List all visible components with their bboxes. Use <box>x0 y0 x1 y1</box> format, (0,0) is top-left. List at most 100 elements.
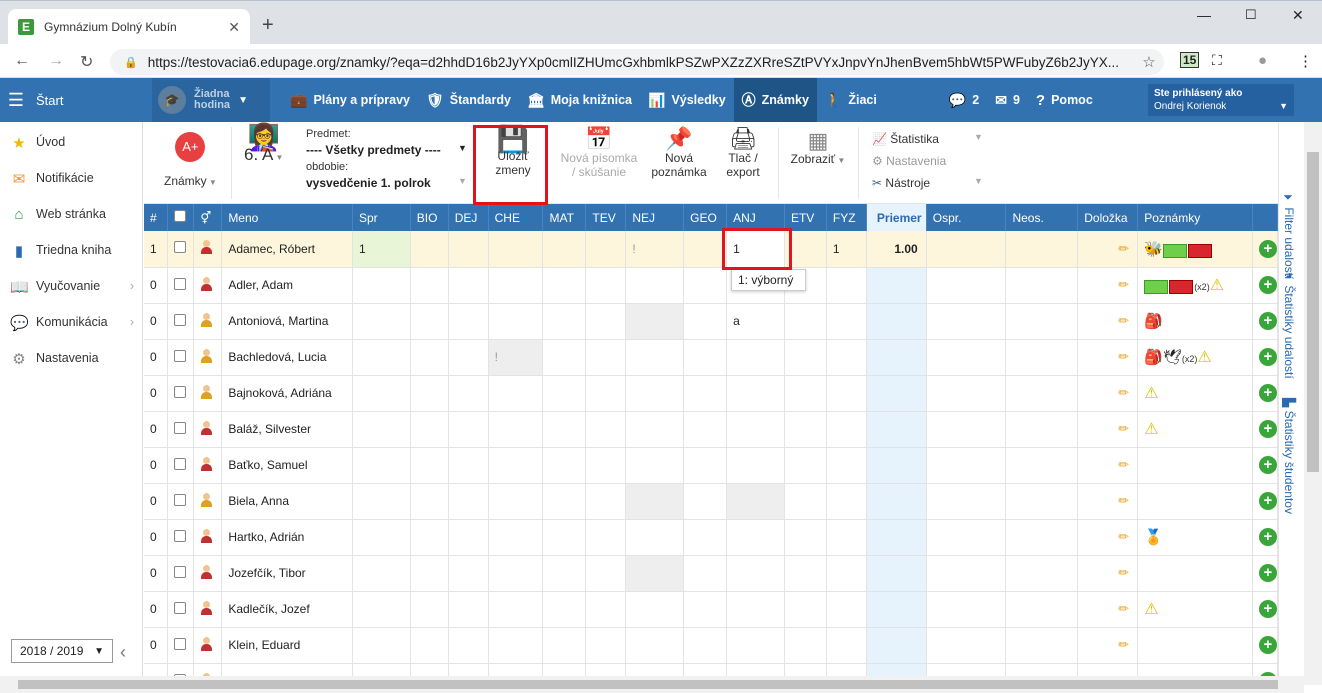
row-checkbox[interactable] <box>174 421 187 434</box>
red-envelope-icon[interactable] <box>1187 243 1212 258</box>
close-tab-icon[interactable]: ✕ <box>228 19 240 36</box>
window-close-icon[interactable]: ✕ <box>1292 7 1304 24</box>
pencil-icon[interactable]: ✏ <box>1118 601 1129 616</box>
grade-cell-dej[interactable] <box>448 663 489 676</box>
grade-cell-anj[interactable] <box>726 627 785 664</box>
vertical-scroll-thumb[interactable] <box>1307 152 1319 472</box>
grade-cell-fyz[interactable]: 1 <box>826 231 867 268</box>
col-excused[interactable]: Ospr. <box>926 204 1007 231</box>
row-checkbox-cell[interactable] <box>167 591 195 628</box>
grade-cell-fyz[interactable] <box>826 555 867 592</box>
grade-cell-che[interactable] <box>488 303 544 340</box>
url-field[interactable]: 🔒 https://testovacia6.edupage.org/znamky… <box>110 49 1164 75</box>
grade-cell-anj[interactable] <box>726 555 785 592</box>
grade-cell-bio[interactable] <box>410 519 449 556</box>
view-button[interactable]: ▦ Zobraziť ▼ <box>786 130 850 168</box>
grade-cell-nej[interactable] <box>625 663 685 676</box>
table-row[interactable]: 0 Baláž, Silvester ✏ ⚠ + <box>144 411 1278 448</box>
add-plus-icon[interactable]: + <box>1258 348 1277 366</box>
grade-cell-tev[interactable] <box>585 447 627 484</box>
grade-cell-tev[interactable] <box>585 663 627 676</box>
grade-cell-bio[interactable] <box>410 627 449 664</box>
grade-cell-nej[interactable] <box>625 555 685 592</box>
notes-cell[interactable] <box>1137 663 1253 676</box>
notes-cell[interactable]: 🎒🕊(x2)⚠ <box>1137 339 1253 376</box>
grade-cell-fyz[interactable] <box>826 663 867 676</box>
student-name[interactable]: Bajnoková, Adriána <box>221 375 353 412</box>
student-name[interactable]: Hartko, Adrián <box>221 519 353 556</box>
start-link[interactable]: Štart <box>32 93 152 108</box>
forward-icon[interactable]: → <box>48 52 64 70</box>
grade-cell-tev[interactable] <box>585 483 627 520</box>
row-checkbox[interactable] <box>174 565 187 578</box>
grade-cell-spr[interactable] <box>352 267 411 304</box>
grade-cell-tev[interactable] <box>585 519 627 556</box>
grade-cell-etv[interactable] <box>784 411 827 448</box>
row-checkbox-cell[interactable] <box>167 555 195 592</box>
grade-cell-nej[interactable] <box>625 627 685 664</box>
grade-cell-anj[interactable] <box>726 591 785 628</box>
grade-cell-spr[interactable] <box>352 447 411 484</box>
row-checkbox[interactable] <box>174 493 187 506</box>
grade-cell-geo[interactable] <box>683 627 728 664</box>
grade-cell-etv[interactable] <box>784 447 827 484</box>
grade-cell-mat[interactable] <box>542 303 587 340</box>
grade-cell-nej[interactable] <box>625 519 685 556</box>
add-note-cell[interactable]: + <box>1252 303 1278 340</box>
student-name[interactable]: Baťko, Samuel <box>221 447 353 484</box>
student-name[interactable]: Jozefčík, Tibor <box>221 555 353 592</box>
warning-icon[interactable]: ⚠ <box>1144 385 1158 402</box>
grade-cell-etv[interactable] <box>784 375 827 412</box>
clause-cell[interactable]: ✏ <box>1077 339 1139 376</box>
profile-icon[interactable]: ● <box>1258 52 1267 69</box>
grade-cell-mat[interactable] <box>542 483 587 520</box>
grade-cell-bio[interactable] <box>410 483 449 520</box>
grade-cell-tev[interactable] <box>585 231 627 268</box>
grade-cell-fyz[interactable] <box>826 267 867 304</box>
clause-cell[interactable]: ✏ <box>1077 591 1139 628</box>
notes-cell[interactable]: ⚠ <box>1137 591 1253 628</box>
unexcused-cell[interactable] <box>1005 375 1079 412</box>
row-checkbox[interactable] <box>174 673 187 676</box>
new-note-button[interactable]: 📌 Nová poznámka <box>650 128 708 180</box>
row-checkbox[interactable] <box>174 277 187 290</box>
grade-cell-tev[interactable] <box>585 375 627 412</box>
vertical-scrollbar[interactable] <box>1304 122 1322 685</box>
add-note-cell[interactable]: + <box>1252 483 1278 520</box>
grade-cell-dej[interactable] <box>448 267 489 304</box>
event-stats-tab[interactable]: ◕ Štatistiky udalostí <box>1282 268 1296 379</box>
unexcused-cell[interactable] <box>1005 627 1079 664</box>
col-unexcused[interactable]: Neos. <box>1005 204 1079 231</box>
clause-cell[interactable]: ✏ <box>1077 303 1139 340</box>
grade-cell-mat[interactable] <box>542 627 587 664</box>
add-plus-icon[interactable]: + <box>1258 239 1277 258</box>
grade-cell-che[interactable] <box>488 267 544 304</box>
grade-cell-dej[interactable] <box>448 375 489 412</box>
student-name[interactable]: Klein, Eduard <box>221 627 353 664</box>
row-checkbox[interactable] <box>174 601 187 614</box>
grade-cell-geo[interactable] <box>683 339 728 376</box>
minimize-icon[interactable]: — <box>1197 7 1211 23</box>
excused-cell[interactable] <box>926 447 1007 484</box>
grade-cell-fyz[interactable] <box>826 375 867 412</box>
grade-cell-bio[interactable] <box>410 591 449 628</box>
maximize-icon[interactable]: ☐ <box>1245 7 1257 23</box>
grade-cell-mat[interactable] <box>542 519 587 556</box>
row-checkbox-cell[interactable] <box>167 627 195 664</box>
excused-cell[interactable] <box>926 303 1007 340</box>
add-plus-icon[interactable]: + <box>1258 384 1277 402</box>
grade-cell-nej[interactable] <box>625 591 685 628</box>
grade-cell-fyz[interactable] <box>826 483 867 520</box>
row-checkbox-cell[interactable] <box>167 519 195 556</box>
grade-cell-fyz[interactable] <box>826 303 867 340</box>
excused-cell[interactable] <box>926 339 1007 376</box>
col-fyz[interactable]: FYZ <box>826 204 867 231</box>
add-note-cell[interactable]: + <box>1252 231 1278 268</box>
unexcused-cell[interactable] <box>1005 231 1079 268</box>
row-checkbox-cell[interactable] <box>167 375 195 412</box>
bee-icon[interactable]: 🐝 <box>1144 241 1163 258</box>
grade-cell-spr[interactable] <box>352 663 411 676</box>
row-checkbox-cell[interactable] <box>167 483 195 520</box>
row-checkbox[interactable] <box>174 349 187 362</box>
pencil-icon[interactable]: ✏ <box>1118 673 1129 676</box>
